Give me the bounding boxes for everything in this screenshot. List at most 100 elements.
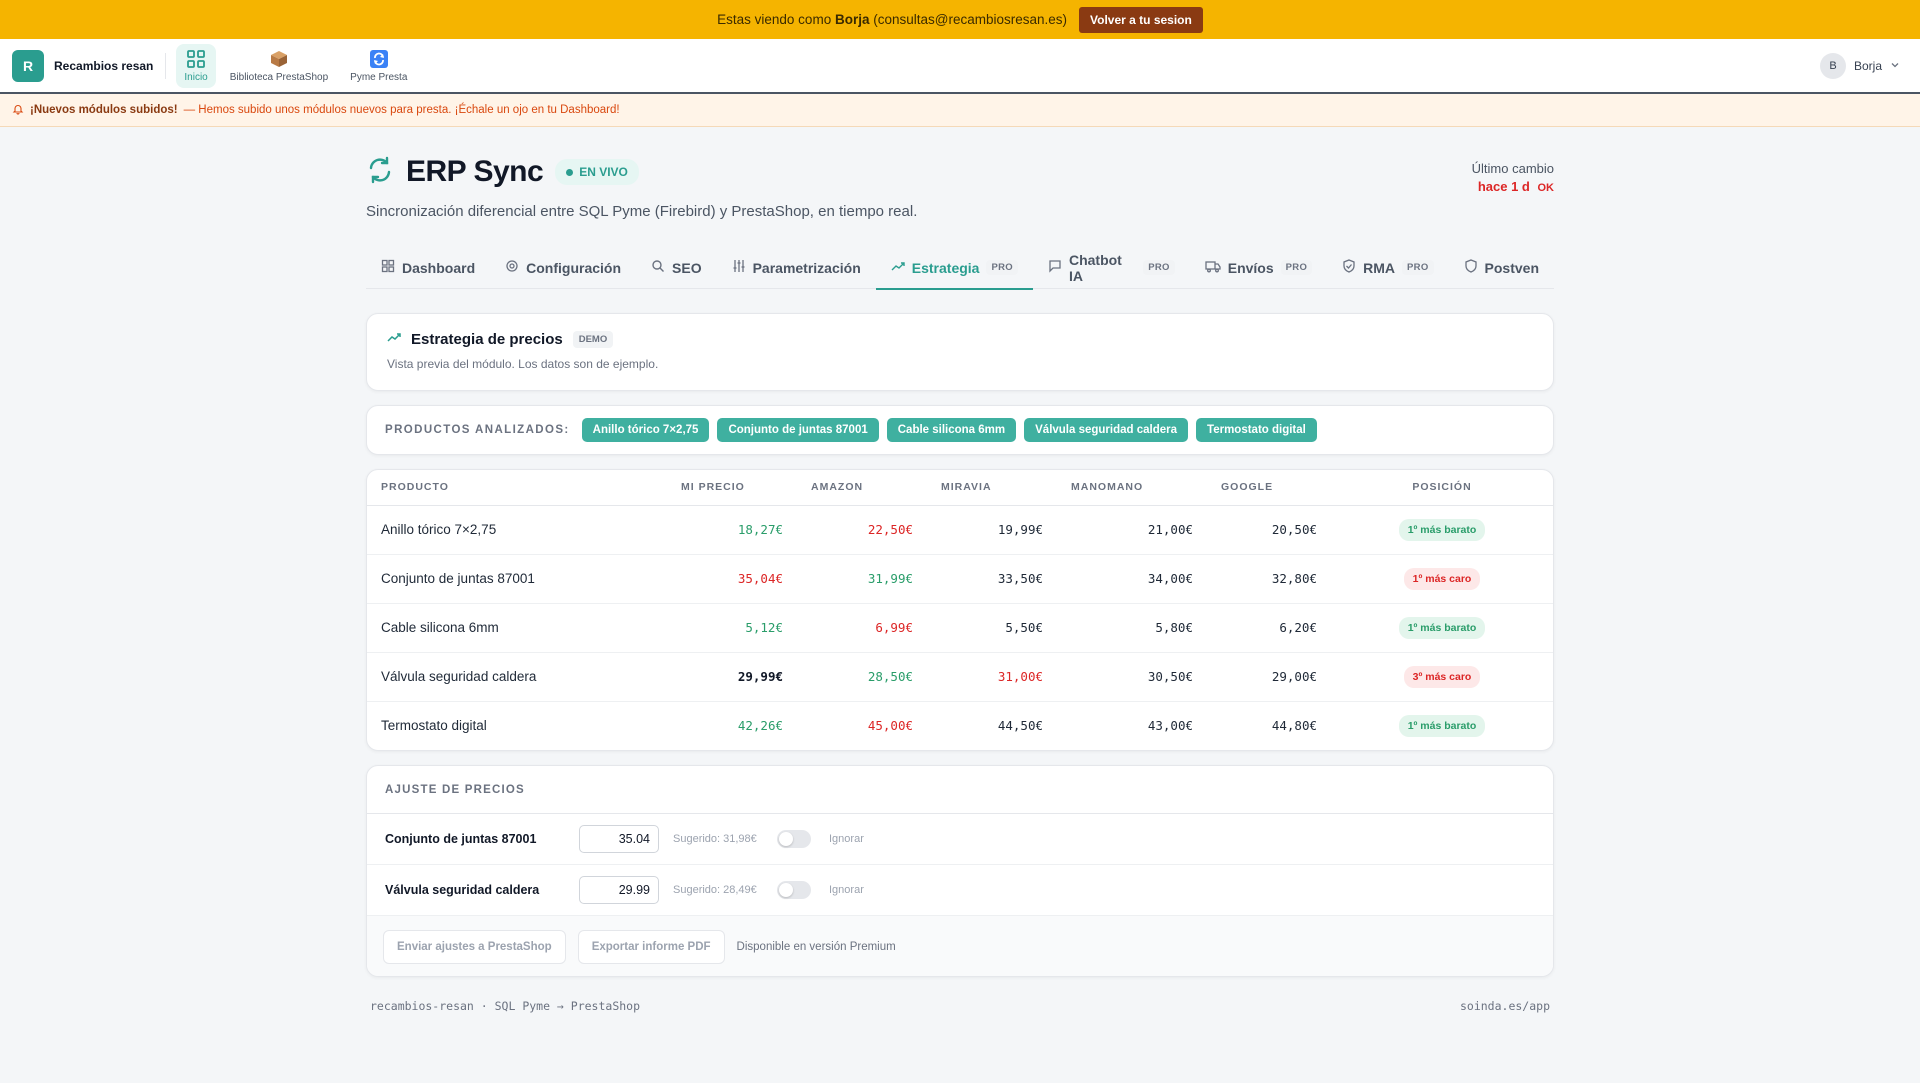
cell-amazon: 45,00€ — [867, 718, 913, 734]
ignore-label: Ignorar — [829, 884, 864, 896]
cell-google: 20,50€ — [1207, 505, 1331, 555]
notice-text[interactable]: — Hemos subido unos módulos nuevos para … — [184, 104, 620, 116]
cell-product: Anillo tórico 7×2,75 — [367, 505, 667, 555]
product-chip[interactable]: Válvula seguridad caldera — [1024, 418, 1189, 442]
col-header-google: GOOGLE — [1207, 470, 1331, 506]
price-input[interactable] — [579, 876, 659, 904]
send-to-prestashop-button[interactable]: Enviar ajustes a PrestaShop — [383, 930, 566, 964]
tab-label: Envíos — [1227, 259, 1274, 276]
last-change-value: hace 1 d — [1477, 179, 1530, 194]
adjust-product: Conjunto de juntas 87001 — [385, 832, 537, 846]
tab-dashboard[interactable]: Dashboard — [366, 246, 490, 289]
nav-item-biblioteca[interactable]: Biblioteca PrestaShop — [222, 44, 336, 88]
cell-mine: 35,04€ — [667, 554, 797, 604]
impersonation-email: (consultas@recambiosresan.es) — [873, 12, 1068, 27]
shield-icon — [1464, 259, 1478, 276]
product-chip[interactable]: Conjunto de juntas 87001 — [717, 418, 879, 442]
impersonation-prefix: Estas viendo como — [717, 12, 832, 27]
trending-up-icon — [387, 330, 401, 348]
nav-item-pyme-presta[interactable]: Pyme Presta — [342, 44, 415, 88]
tab-chatbot-ia[interactable]: Chatbot IA PRO — [1033, 246, 1190, 289]
tab-label: Chatbot IA — [1068, 251, 1122, 284]
live-dot — [566, 168, 574, 176]
suggested-price: Sugerido: 28,49€ — [673, 884, 757, 896]
product-chip[interactable]: Termostato digital — [1196, 418, 1317, 442]
main-content: ERP Sync EN VIVO Sincronización diferenc… — [366, 155, 1554, 1013]
tab-estrategia[interactable]: Estrategia PRO — [875, 246, 1034, 290]
brand[interactable]: R Recambios resan — [12, 49, 167, 82]
settings-icon — [505, 259, 519, 276]
cell-mine: 5,12€ — [667, 603, 797, 653]
user-menu[interactable]: B Borja — [1819, 52, 1900, 79]
nav-item-inicio[interactable]: Inicio — [176, 43, 216, 88]
notice-bar: ¡Nuevos módulos subidos! — Hemos subido … — [0, 94, 1920, 127]
cell-manomano: 21,00€ — [1057, 505, 1207, 555]
strategy-card: Estrategia de precios DEMO Vista previa … — [366, 313, 1554, 391]
tab-parametrizacion[interactable]: Parametrización — [717, 246, 876, 289]
ignore-label: Ignorar — [829, 833, 864, 845]
cell-position: 1º más barato — [1331, 701, 1553, 750]
adjust-product: Válvula seguridad caldera — [385, 883, 540, 897]
export-pdf-button[interactable]: Exportar informe PDF — [577, 930, 725, 964]
last-change: Último cambio hace 1 d OK — [1472, 161, 1554, 220]
tab-postven[interactable]: Postven — [1449, 246, 1554, 289]
tab-configuracion[interactable]: Configuración — [490, 246, 636, 289]
product-chip[interactable]: Cable silicona 6mm — [886, 418, 1017, 442]
table-row: Conjunto de juntas 87001 35,04€ 31,99€ 3… — [367, 554, 1553, 604]
products-card: PRODUCTOS ANALIZADOS: Anillo tórico 7×2,… — [366, 405, 1554, 455]
ignore-toggle[interactable] — [777, 830, 811, 848]
col-header-mine: MI PRECIO — [667, 470, 797, 506]
table-row: Válvula seguridad caldera 29,99€ 28,50€ … — [367, 652, 1553, 702]
grid-icon — [186, 49, 206, 69]
page-footer: recambios-resan · SQL Pyme → PrestaShop … — [366, 999, 1554, 1013]
col-header-miravia: MIRAVIA — [927, 470, 1057, 506]
col-header-position: POSICIÓN — [1331, 470, 1553, 506]
truck-icon — [1205, 259, 1221, 276]
page-title: ERP Sync — [406, 155, 544, 188]
pro-badge: PRO — [986, 260, 1018, 275]
cell-google: 29,00€ — [1207, 652, 1331, 702]
nav-items: Inicio Biblioteca PrestaShop Pyme Presta — [176, 43, 415, 88]
cell-amazon: 22,50€ — [797, 505, 927, 555]
live-badge-label: EN VIVO — [579, 165, 628, 179]
cell-miravia: 31,00€ — [927, 652, 1057, 702]
tab-label: Dashboard — [402, 259, 476, 276]
product-chip[interactable]: Anillo tórico 7×2,75 — [581, 418, 710, 442]
cell-manomano: 30,50€ — [1057, 652, 1207, 702]
cell-amazon: 6,99€ — [797, 603, 927, 653]
price-table-card: PRODUCTO MI PRECIO AMAZON MIRAVIA MANOMA… — [366, 469, 1554, 751]
col-header-manomano: MANOMANO — [1057, 470, 1207, 506]
tab-seo[interactable]: SEO — [636, 246, 717, 289]
cell-miravia: 33,50€ — [927, 554, 1057, 604]
tab-envios[interactable]: Envíos PRO — [1190, 246, 1327, 289]
price-input[interactable] — [579, 825, 659, 853]
cell-product: Termostato digital — [381, 718, 487, 734]
cell-miravia: 5,50€ — [927, 603, 1057, 653]
position-badge: 1º más caro — [1403, 567, 1481, 590]
cell-mine: 29,99€ — [667, 652, 797, 702]
nav-item-label: Biblioteca PrestaShop — [229, 71, 329, 83]
position-badge: 1º más barato — [1398, 714, 1486, 737]
tab-rma[interactable]: RMA PRO — [1327, 246, 1448, 289]
adjust-card: AJUSTE DE PRECIOS Conjunto de juntas 870… — [366, 765, 1554, 977]
col-header-amazon: AMAZON — [797, 470, 927, 506]
adjust-footer: Enviar ajustes a PrestaShop Exportar inf… — [367, 916, 1553, 976]
cell-google: 6,20€ — [1207, 603, 1331, 653]
footer-right[interactable]: soinda.es/app — [1460, 999, 1550, 1013]
pro-badge: PRO — [1143, 260, 1175, 275]
pro-badge: PRO — [1280, 260, 1313, 275]
cell-product: Válvula seguridad caldera — [367, 652, 667, 702]
live-badge: EN VIVO — [555, 159, 639, 185]
ignore-toggle[interactable] — [777, 881, 811, 899]
tab-label: Postven — [1484, 259, 1539, 276]
sync-icon — [366, 156, 394, 189]
nav-item-label: Inicio — [184, 71, 208, 83]
cell-manomano: 34,00€ — [1057, 554, 1207, 604]
suggested-price: Sugerido: 31,98€ — [673, 833, 757, 845]
position-badge: 1º más barato — [1398, 518, 1486, 541]
back-to-session-button[interactable]: Volver a tu sesion — [1079, 6, 1203, 33]
tab-label: RMA — [1363, 259, 1396, 276]
footer-left: recambios-resan · SQL Pyme → PrestaShop — [370, 999, 641, 1013]
cell-mine: 42,26€ — [737, 718, 783, 734]
tab-label: Estrategia — [911, 259, 980, 276]
